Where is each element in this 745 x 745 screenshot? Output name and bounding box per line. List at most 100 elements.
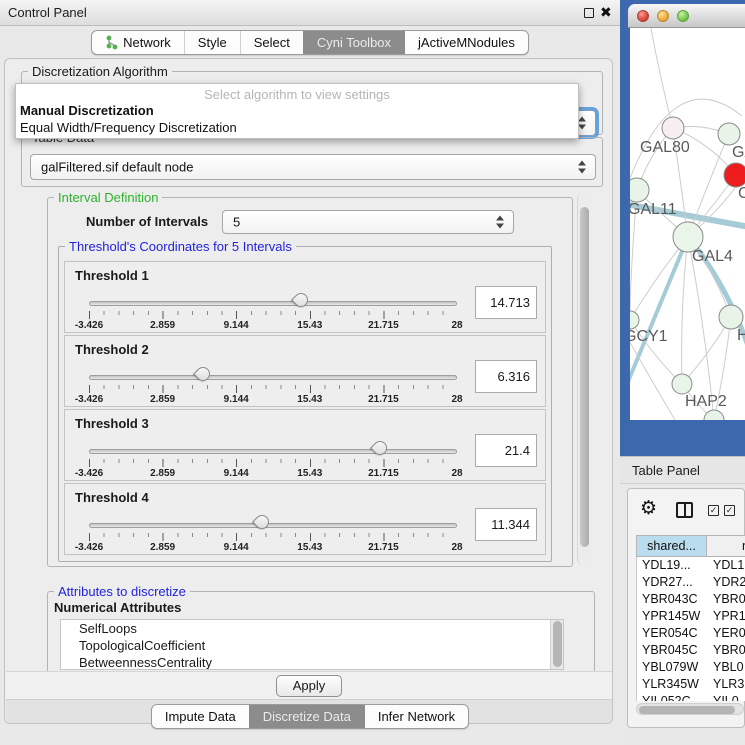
table-row[interactable]: YBL079WYBL0	[637, 659, 745, 676]
slider-track[interactable]	[89, 523, 457, 528]
network-node[interactable]	[662, 117, 684, 139]
tab-jactivemnodules[interactable]: jActiveMNodules	[404, 31, 528, 54]
cell-name[interactable]: YDR2	[708, 574, 745, 591]
apply-button[interactable]: Apply	[276, 675, 342, 697]
cell-shared-name[interactable]: YER054C	[637, 625, 708, 642]
split-columns-icon[interactable]	[676, 502, 693, 518]
attributes-scrollbar-thumb[interactable]	[553, 621, 562, 667]
cell-name[interactable]: YIL0	[708, 693, 745, 701]
float-window-icon[interactable]	[584, 8, 594, 18]
numerical-attributes-list[interactable]: SelfLoopsTopologicalCoefficientBetweenne…	[60, 619, 564, 670]
slider-tick-label: -3.426	[75, 394, 103, 405]
table-data-combobox[interactable]: galFiltered.sif default node	[30, 154, 596, 180]
attributes-scrollbar[interactable]	[550, 620, 563, 669]
slider-thumb[interactable]	[292, 290, 312, 310]
tab-style[interactable]: Style	[184, 31, 240, 54]
cell-shared-name[interactable]: YIL052C	[637, 693, 708, 701]
network-node[interactable]	[672, 374, 692, 394]
cell-name[interactable]: YBL0	[708, 659, 745, 676]
network-node-label: C	[738, 185, 745, 202]
table-row[interactable]: YDR27...YDR2	[637, 574, 745, 591]
table-row[interactable]: YPR145WYPR1	[637, 608, 745, 625]
network-node[interactable]	[718, 123, 740, 145]
network-edge[interactable]	[682, 237, 688, 384]
network-node[interactable]	[724, 163, 745, 187]
number-of-intervals-combobox[interactable]: 5	[222, 210, 514, 234]
close-traffic-light-icon[interactable]	[637, 10, 649, 22]
tab-infer-network[interactable]: Infer Network	[364, 705, 468, 728]
threshold-label: Threshold 2	[75, 342, 149, 357]
slider-thumb[interactable]	[193, 364, 213, 384]
attribute-list-item[interactable]: BetweennessCentrality	[61, 654, 563, 670]
algorithm-hint-item[interactable]: Select algorithm to view settings	[16, 84, 578, 102]
tab-select[interactable]: Select	[240, 31, 303, 54]
slider-ticks	[89, 459, 457, 467]
network-node[interactable]	[630, 178, 649, 202]
tab-discretize-data[interactable]: Discretize Data	[249, 705, 364, 728]
cell-name[interactable]: YBR0	[708, 591, 745, 608]
algorithm-option-manual[interactable]: Manual Discretization	[16, 102, 578, 119]
number-of-intervals-label: Number of Intervals	[86, 214, 208, 229]
slider-thumb[interactable]	[370, 438, 390, 458]
threshold-value-field[interactable]: 6.316	[475, 360, 537, 393]
tab-network[interactable]: Network	[92, 31, 184, 54]
cell-shared-name[interactable]: YDR27...	[637, 574, 708, 591]
cell-name[interactable]: YER0	[708, 625, 745, 642]
slider-scale: -3.4262.8599.14415.4321.71528	[89, 320, 457, 330]
threshold-value-field[interactable]: 14.713	[475, 286, 537, 319]
threshold-slider[interactable]: -3.4262.8599.14415.4321.71528	[89, 370, 457, 404]
table-row[interactable]: YER054CYER0	[637, 625, 745, 642]
table-hscrollbar-thumb[interactable]	[639, 706, 735, 714]
attribute-list-item[interactable]: SelfLoops	[61, 620, 563, 637]
slider-tick-label: 15.43	[297, 320, 322, 331]
table-panel-box: ⚙ ✓ ✓ shared... na YDL19...YDL1YDR27...Y…	[627, 488, 745, 728]
column-header-shared-name[interactable]: shared...	[636, 535, 707, 557]
network-edge[interactable]	[650, 28, 673, 128]
network-window-titlebar[interactable]	[628, 4, 745, 28]
slider-track[interactable]	[89, 375, 457, 380]
zoom-traffic-light-icon[interactable]	[677, 10, 689, 22]
column-header-name[interactable]: na	[707, 535, 745, 557]
cell-name[interactable]: YDL1	[708, 557, 745, 574]
minimize-traffic-light-icon[interactable]	[657, 10, 669, 22]
cell-shared-name[interactable]: YDL19...	[637, 557, 708, 574]
slider-thumb[interactable]	[252, 512, 272, 532]
network-node[interactable]	[719, 305, 743, 329]
tab-cyni-toolbox[interactable]: Cyni Toolbox	[303, 31, 404, 54]
table-row[interactable]: YBR045CYBR0	[637, 642, 745, 659]
network-node[interactable]	[704, 410, 724, 420]
cell-shared-name[interactable]: YLR345W	[637, 676, 708, 693]
interval-scrollbar-thumb[interactable]	[580, 207, 589, 547]
table-hscrollbar[interactable]	[636, 703, 744, 715]
slider-track[interactable]	[89, 449, 457, 454]
table-row[interactable]: YDL19...YDL1	[637, 557, 745, 574]
threshold-slider[interactable]: -3.4262.8599.14415.4321.71528	[89, 444, 457, 478]
threshold-slider[interactable]: -3.4262.8599.14415.4321.71528	[89, 518, 457, 552]
network-node[interactable]	[630, 311, 639, 329]
table-row[interactable]: YBR043CYBR0	[637, 591, 745, 608]
threshold-value-field[interactable]: 21.4	[475, 434, 537, 467]
table-panel-titlebar: Table Panel	[620, 456, 745, 484]
threshold-value-field[interactable]: 11.344	[475, 508, 537, 541]
cell-name[interactable]: YBR0	[708, 642, 745, 659]
cell-shared-name[interactable]: YBR045C	[637, 642, 708, 659]
close-icon[interactable]: ✖	[600, 4, 612, 21]
tab-impute-data[interactable]: Impute Data	[152, 705, 249, 728]
checkbox-icon[interactable]: ✓	[724, 505, 735, 516]
slider-track[interactable]	[89, 301, 457, 306]
table-row[interactable]: YLR345WYLR3	[637, 676, 745, 693]
gear-icon[interactable]: ⚙	[640, 497, 657, 519]
cell-shared-name[interactable]: YBL079W	[637, 659, 708, 676]
threshold-slider[interactable]: -3.4262.8599.14415.4321.71528	[89, 296, 457, 330]
cell-shared-name[interactable]: YBR043C	[637, 591, 708, 608]
interval-scrollbar[interactable]	[577, 193, 590, 565]
cell-shared-name[interactable]: YPR145W	[637, 608, 708, 625]
cell-name[interactable]: YLR3	[708, 676, 745, 693]
network-canvas[interactable]: GAL80GACGAL11GAL4GCY1HHAP2	[630, 28, 745, 420]
checkbox-icon[interactable]: ✓	[708, 505, 719, 516]
cell-name[interactable]: YPR1	[708, 608, 745, 625]
algorithm-option-equal-width[interactable]: Equal Width/Frequency Discretization	[16, 119, 578, 136]
combo-arrows-icon	[496, 216, 505, 229]
table-row[interactable]: YIL052CYIL0	[637, 693, 745, 701]
attribute-list-item[interactable]: TopologicalCoefficient	[61, 637, 563, 654]
